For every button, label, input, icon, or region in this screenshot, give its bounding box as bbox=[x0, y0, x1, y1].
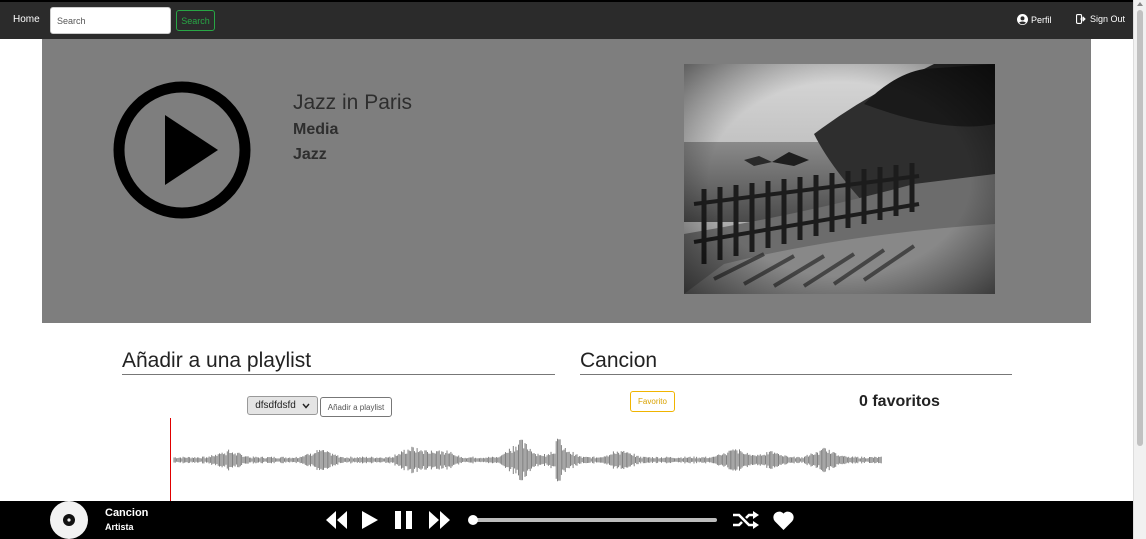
user-circle-icon bbox=[1017, 14, 1028, 25]
seek-slider-knob[interactable] bbox=[468, 515, 478, 525]
chevron-down-icon bbox=[302, 403, 310, 409]
play-icon[interactable] bbox=[361, 511, 378, 529]
scrollbar-thumb[interactable] bbox=[1137, 10, 1143, 446]
heart-icon[interactable] bbox=[773, 511, 794, 530]
album-title: Jazz in Paris bbox=[293, 91, 413, 114]
profile-link[interactable]: Perfil bbox=[1017, 14, 1052, 25]
top-navbar: Home Search Perfil Sign Out bbox=[0, 0, 1133, 39]
favorite-button[interactable]: Favorito bbox=[630, 391, 675, 412]
player-track-title: Cancion bbox=[105, 507, 149, 519]
scroll-up-arrow-icon[interactable] bbox=[1137, 2, 1143, 6]
waveform-bars bbox=[173, 438, 882, 482]
player-track-artist: Artista bbox=[105, 522, 134, 532]
profile-label: Perfil bbox=[1031, 14, 1052, 25]
seek-slider[interactable] bbox=[468, 515, 717, 525]
favorites-count: 0 favoritos bbox=[859, 393, 940, 410]
sign-out-link[interactable]: Sign Out bbox=[1076, 14, 1125, 24]
album-subtitle: Media bbox=[293, 121, 339, 138]
fast-forward-icon[interactable] bbox=[429, 511, 450, 529]
pause-icon[interactable] bbox=[395, 511, 413, 529]
disc-icon bbox=[50, 501, 88, 539]
shuffle-icon[interactable] bbox=[733, 511, 759, 529]
sign-out-label: Sign Out bbox=[1090, 14, 1126, 24]
play-circle-icon[interactable] bbox=[113, 81, 251, 219]
album-cover-image bbox=[684, 64, 995, 294]
search-input[interactable] bbox=[50, 7, 171, 34]
rewind-icon[interactable] bbox=[326, 511, 347, 529]
add-to-playlist-button[interactable]: Añadir a playlist bbox=[320, 397, 392, 417]
sign-out-icon bbox=[1076, 14, 1086, 24]
playlist-select[interactable]: dfsdfdsfd bbox=[247, 396, 318, 415]
add-to-playlist-heading: Añadir a una playlist bbox=[122, 349, 555, 375]
nav-home-link[interactable]: Home bbox=[13, 14, 40, 25]
bottom-player-bar: Cancion Artista bbox=[0, 501, 1133, 539]
search-button[interactable]: Search bbox=[176, 10, 215, 31]
playlist-select-value: dfsdfdsfd bbox=[255, 400, 296, 411]
album-genre: Jazz bbox=[293, 146, 327, 163]
vertical-scrollbar[interactable] bbox=[1133, 0, 1146, 539]
song-heading: Cancion bbox=[580, 349, 1012, 375]
album-hero: Jazz in Paris Media Jazz bbox=[42, 39, 1091, 323]
audio-waveform[interactable] bbox=[170, 418, 885, 501]
